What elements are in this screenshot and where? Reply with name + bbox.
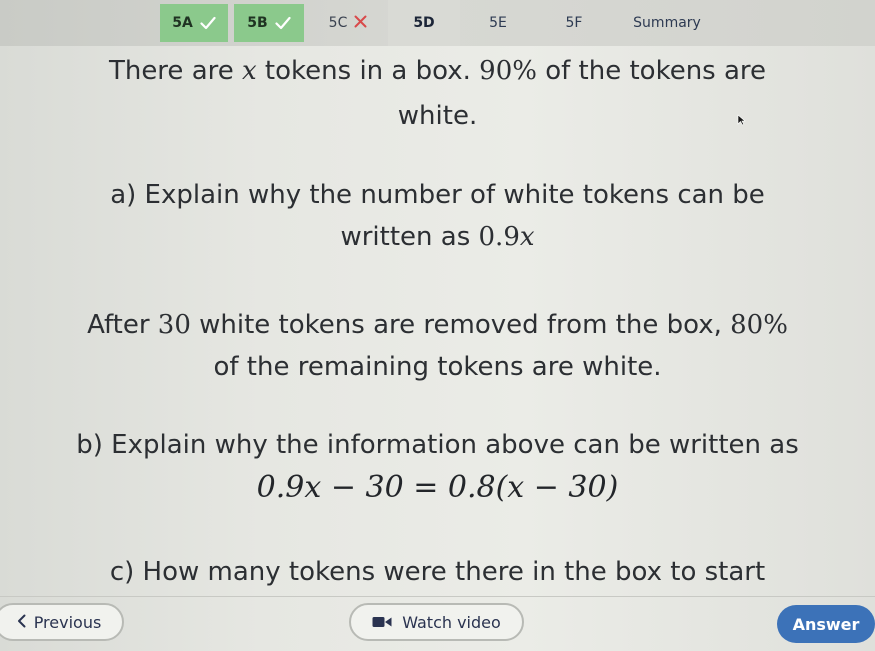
tab-5a-label: 5A [172, 15, 193, 31]
check-icon [275, 16, 291, 30]
tab-5d[interactable]: 5D [388, 0, 460, 46]
footer-divider [0, 596, 875, 597]
tab-summary[interactable]: Summary [612, 4, 722, 42]
after-line-2: of the remaining tokens are white. [213, 352, 662, 382]
tab-5b[interactable]: 5B [234, 4, 304, 42]
tab-5e-label: 5E [489, 15, 507, 31]
tab-5b-label: 5B [247, 15, 268, 31]
part-a-line-2: written as 0.9x [0, 222, 875, 252]
after-line-1: After 30 white tokens are removed from t… [0, 310, 875, 340]
tab-5a[interactable]: 5A [160, 4, 228, 42]
tab-5d-label: 5D [413, 15, 435, 31]
tab-5c[interactable]: 5C [308, 4, 388, 42]
intro-text-a: There are [108, 56, 242, 86]
after-number: 30 [157, 310, 191, 340]
chevron-left-icon [17, 613, 26, 632]
video-camera-icon [372, 613, 392, 632]
equation: 0.9x − 30 = 0.8(x − 30) [256, 470, 619, 505]
watch-video-label: Watch video [402, 612, 501, 632]
tab-5e[interactable]: 5E [460, 4, 536, 42]
answer-label: Answer [792, 614, 860, 634]
part-a-expression: 0.9x [478, 222, 535, 252]
watch-video-button[interactable]: Watch video [349, 603, 524, 641]
tab-5f[interactable]: 5F [536, 4, 612, 42]
cross-icon [354, 14, 367, 32]
part-a-line-1: a) Explain why the number of white token… [110, 180, 765, 210]
part-c-line-1: c) How many tokens were there in the box… [109, 557, 766, 587]
after-text-a: After [87, 310, 158, 340]
after-text-b: white tokens are removed from the box, [190, 310, 731, 340]
mouse-cursor-icon [737, 111, 746, 130]
intro-text-b: tokens in a box. [256, 56, 480, 86]
intro-text-c: of the tokens are [536, 56, 767, 86]
part-a-text: written as [340, 222, 479, 252]
tab-5c-label: 5C [328, 15, 348, 31]
tab-5f-label: 5F [565, 15, 583, 31]
part-b-line-1: b) Explain why the information above can… [76, 430, 799, 460]
intro-variable: x [242, 56, 257, 86]
answer-button[interactable]: Answer [777, 605, 875, 643]
check-icon [200, 16, 216, 30]
after-percent: 80% [730, 310, 788, 340]
tab-summary-label: Summary [633, 15, 701, 31]
previous-button[interactable]: Previous [0, 603, 124, 641]
intro-percent: 90% [479, 56, 537, 86]
question-tab-bar: 5A 5B 5C 5D 5E 5F Summary [0, 0, 875, 46]
question-intro-line-1: There are x tokens in a box. 90% of the … [0, 56, 875, 86]
previous-label: Previous [33, 612, 102, 632]
